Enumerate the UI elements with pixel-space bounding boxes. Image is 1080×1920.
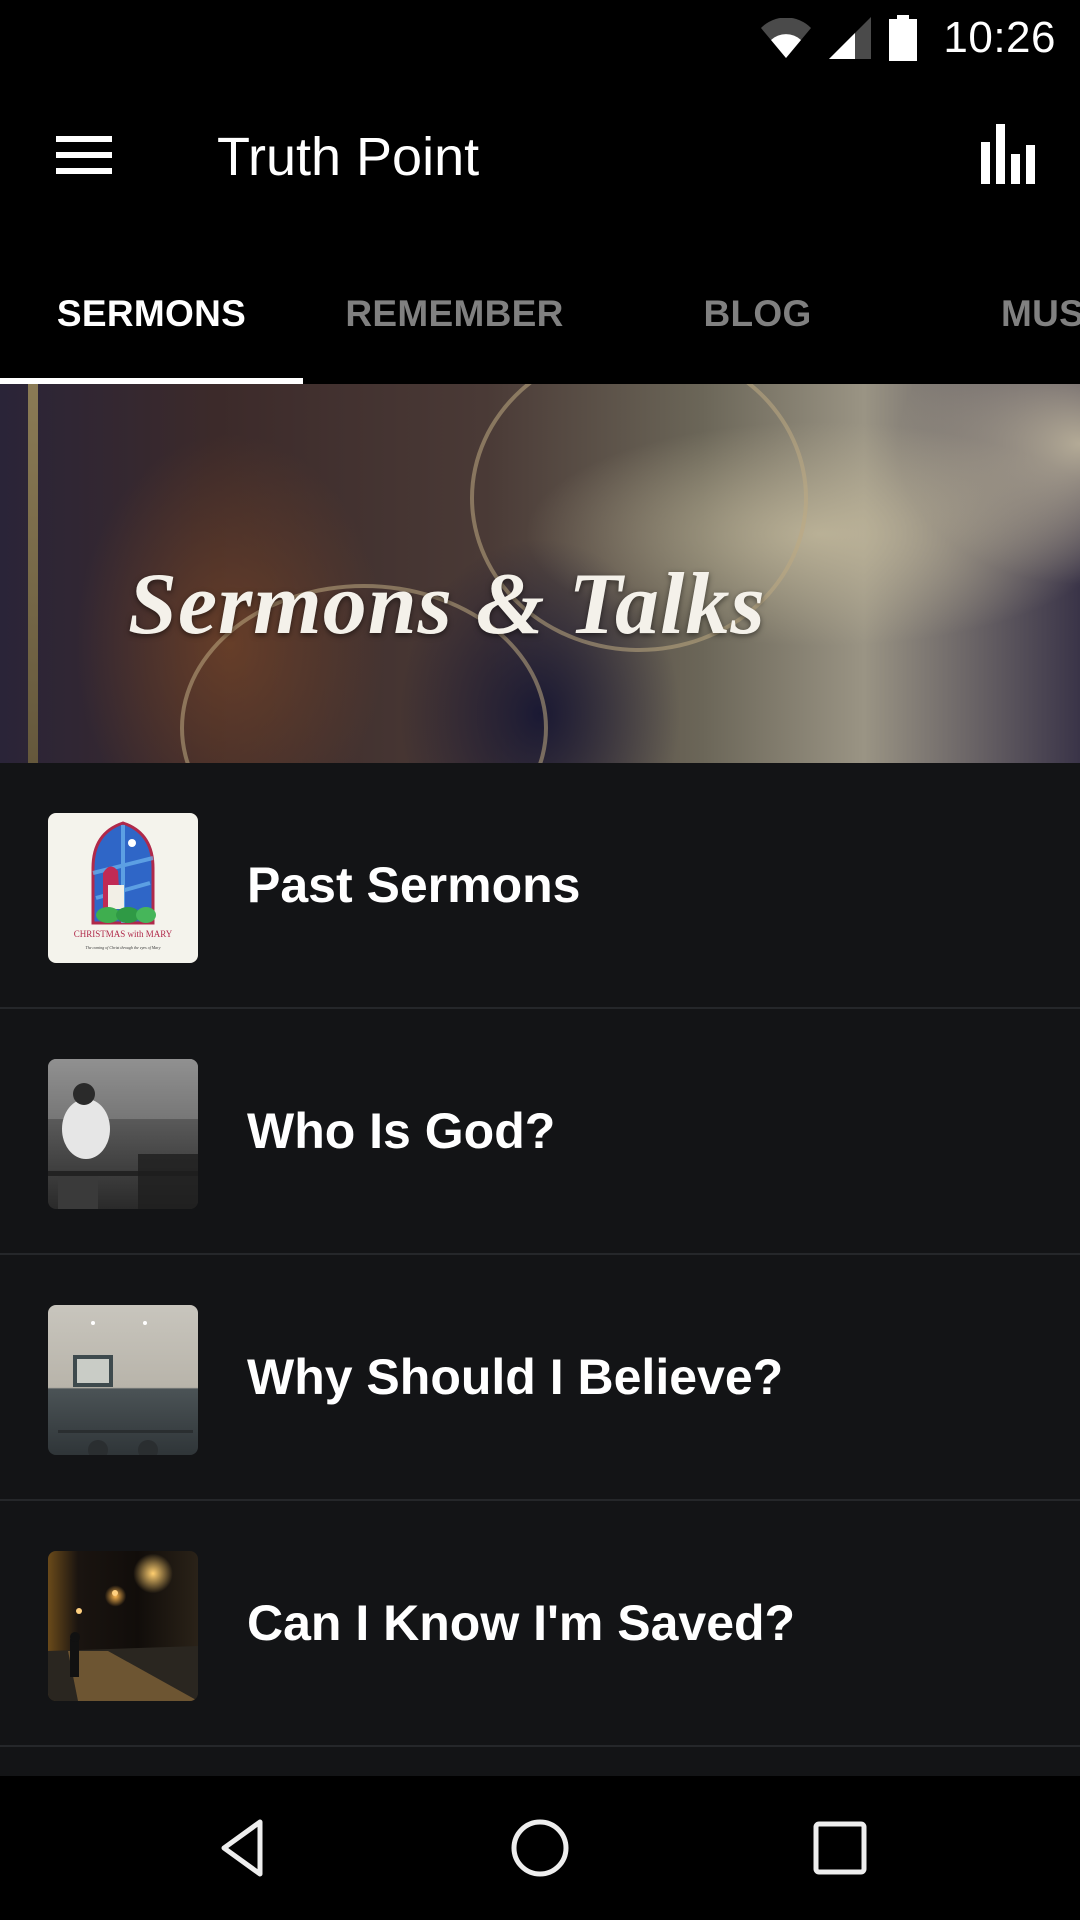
tab-music[interactable]: MUS bbox=[909, 244, 1080, 384]
battery-icon bbox=[889, 15, 918, 61]
status-bar: 10:26 bbox=[0, 0, 1080, 76]
hamburger-menu-icon[interactable] bbox=[56, 136, 112, 174]
sermon-list: CHRISTMAS with MARY The coming of Christ… bbox=[0, 763, 1080, 1747]
banner-title: Sermons & Talks bbox=[128, 556, 766, 653]
list-item[interactable]: Why Should I Believe? bbox=[0, 1255, 1080, 1501]
home-icon[interactable] bbox=[508, 1816, 572, 1880]
thumb-subcaption: The coming of Christ through the eyes of… bbox=[86, 945, 161, 950]
banner-image: Sermons & Talks bbox=[0, 384, 1080, 763]
equalizer-icon[interactable] bbox=[981, 122, 1037, 184]
tab-sermons[interactable]: SERMONS bbox=[0, 244, 303, 384]
app-title: Truth Point bbox=[217, 127, 480, 187]
list-item[interactable]: CHRISTMAS with MARY The coming of Christ… bbox=[0, 763, 1080, 1009]
list-item[interactable]: Who Is God? bbox=[0, 1009, 1080, 1255]
christmas-with-mary-image: CHRISTMAS with MARY The coming of Christ… bbox=[48, 813, 198, 963]
back-icon[interactable] bbox=[210, 1816, 274, 1880]
thumb-caption: CHRISTMAS with MARY bbox=[74, 929, 173, 939]
man-at-cafe-image bbox=[48, 1059, 198, 1209]
tab-bar: SERMONS REMEMBER BLOG MUS bbox=[0, 244, 1080, 384]
night-street-image bbox=[48, 1551, 198, 1701]
app-bar: Truth Point bbox=[0, 76, 1080, 244]
status-time: 10:26 bbox=[943, 13, 1056, 62]
recents-icon[interactable] bbox=[808, 1816, 872, 1880]
tab-blog[interactable]: BLOG bbox=[606, 244, 909, 384]
list-item-label: Can I Know I'm Saved? bbox=[247, 1595, 796, 1651]
list-item[interactable]: Can I Know I'm Saved? bbox=[0, 1501, 1080, 1747]
tab-remember[interactable]: REMEMBER bbox=[303, 244, 606, 384]
list-item-label: Who Is God? bbox=[247, 1103, 556, 1159]
cell-signal-icon bbox=[829, 17, 872, 59]
empty-room-image bbox=[48, 1305, 198, 1455]
system-nav-bar bbox=[0, 1776, 1080, 1920]
list-item-label: Past Sermons bbox=[247, 857, 581, 913]
wifi-icon bbox=[761, 18, 812, 58]
banner-decoration bbox=[28, 384, 38, 763]
list-item-label: Why Should I Believe? bbox=[247, 1349, 784, 1405]
